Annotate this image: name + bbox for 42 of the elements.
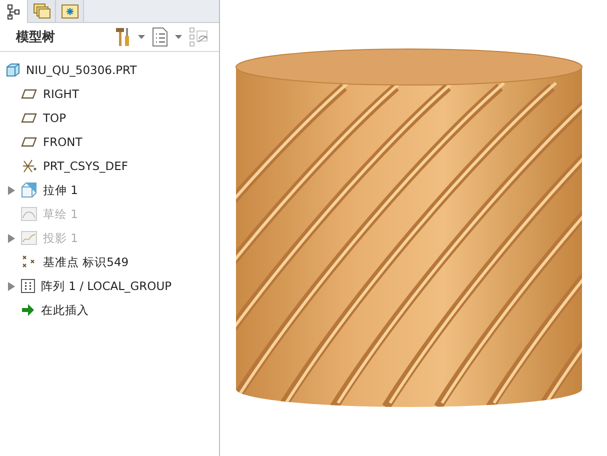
hide-tree-icon[interactable] [189, 27, 209, 47]
item-label: PRT_CSYS_DEF [43, 159, 128, 173]
list-settings-icon[interactable] [152, 27, 168, 47]
tree-item[interactable]: PRT_CSYS_DEF [0, 154, 219, 178]
dropdown-caret-icon[interactable] [138, 35, 145, 39]
item-label: 投影 1 [43, 230, 78, 246]
sketch-icon [21, 207, 37, 221]
item-label: FRONT [43, 135, 82, 149]
item-label: 基准点 标识549 [43, 254, 129, 270]
stacked-folders-icon [32, 3, 50, 19]
tree-item[interactable]: FRONT [0, 130, 219, 154]
tree-item[interactable]: 基准点 标识549 [0, 250, 219, 274]
right-arrow-icon [21, 304, 35, 316]
tree-item[interactable]: TOP [0, 106, 219, 130]
panel-tab[interactable] [0, 0, 28, 23]
hammer-screwdriver-icon[interactable] [115, 27, 131, 47]
expand-arrow-icon[interactable] [8, 282, 15, 290]
tree-item[interactable]: 阵列 1 / LOCAL_GROUP [0, 274, 219, 298]
item-label: 在此插入 [41, 302, 89, 318]
plane-icon [21, 88, 37, 100]
coordinate-system-icon [21, 158, 37, 174]
tree-item[interactable]: 在此插入 [0, 298, 219, 322]
plane-icon [21, 112, 37, 124]
item-label: NIU_QU_50306.PRT [26, 63, 137, 77]
item-label: 阵列 1 / LOCAL_GROUP [41, 278, 172, 294]
dropdown-caret-icon[interactable] [175, 35, 182, 39]
plane-icon [21, 136, 37, 148]
extruded-block-icon [21, 182, 37, 198]
item-label: 草绘 1 [43, 206, 78, 222]
projected-curve-icon [21, 231, 37, 245]
tree-item[interactable]: 拉伸 1 [0, 178, 219, 202]
expand-arrow-icon[interactable] [8, 186, 15, 194]
pattern-grid-icon [21, 279, 35, 293]
item-label: 拉伸 1 [43, 182, 78, 198]
panel-title: 模型树 [16, 29, 55, 46]
item-label: RIGHT [43, 87, 79, 101]
cube-icon [6, 63, 20, 77]
tree-structure-icon [6, 4, 20, 20]
tree-item[interactable]: RIGHT [0, 82, 219, 106]
datum-points-icon [21, 255, 37, 269]
item-label: TOP [43, 111, 66, 125]
tree-item[interactable]: NIU_QU_50306.PRT [0, 58, 219, 82]
